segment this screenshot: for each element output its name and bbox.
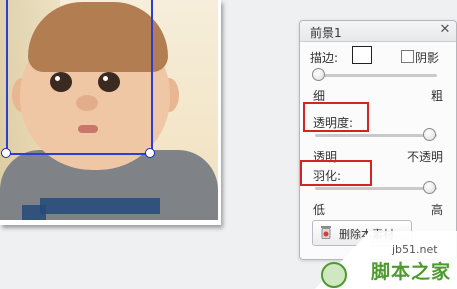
watermark-site: jb51.net <box>392 243 438 256</box>
feather-highlight-box <box>300 160 372 186</box>
shadow-checkbox[interactable] <box>401 50 414 63</box>
photo-shirt-print <box>40 198 160 214</box>
shadow-label: 阴影 <box>415 51 440 65</box>
watermark-brand: 脚本之家 <box>371 261 452 283</box>
resize-handle-bottom-right[interactable] <box>145 148 155 158</box>
panel-title: 前景1 <box>310 26 342 40</box>
resize-handle-bottom-left[interactable] <box>1 148 11 158</box>
photo-shirt-print <box>22 205 46 220</box>
opacity-slider-thumb[interactable] <box>423 128 436 141</box>
panel-titlebar[interactable]: 前景1 ✕ <box>300 21 456 42</box>
opacity-max-label: 不透明 <box>407 150 444 164</box>
stroke-max-label: 粗 <box>431 89 444 103</box>
stroke-label: 描边: <box>310 51 339 65</box>
feather-slider-thumb[interactable] <box>423 181 436 194</box>
stroke-color-swatch[interactable] <box>352 46 372 64</box>
selection-box[interactable] <box>6 0 153 155</box>
watermark-logo-icon <box>321 262 347 288</box>
feather-slider-track[interactable] <box>315 187 437 190</box>
close-icon[interactable]: ✕ <box>437 22 453 38</box>
photo-canvas[interactable] <box>0 0 221 225</box>
foreground-panel: 前景1 ✕ 描边: 阴影 细 粗 透明度: 透明 不透明 羽化: 低 高 删除本… <box>299 20 457 260</box>
opacity-slider-track[interactable] <box>315 134 437 137</box>
feather-min-label: 低 <box>313 203 326 217</box>
stroke-slider-thumb[interactable] <box>312 68 325 81</box>
feather-max-label: 高 <box>431 203 444 217</box>
opacity-highlight-box <box>303 102 369 132</box>
stroke-slider-track[interactable] <box>315 74 437 77</box>
